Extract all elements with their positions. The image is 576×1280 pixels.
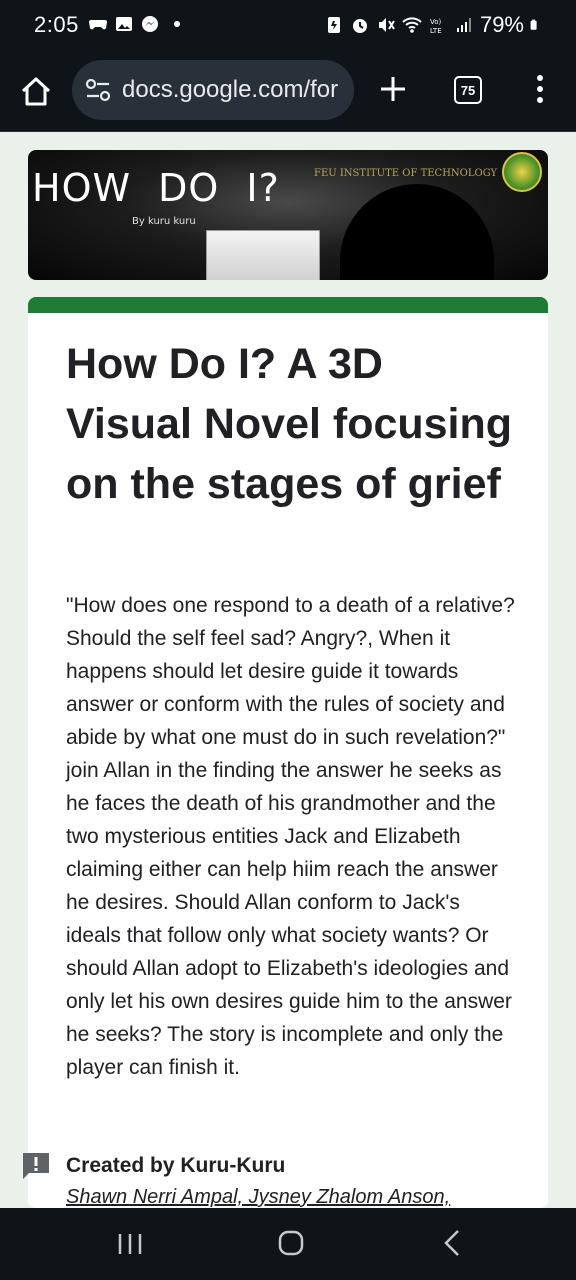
banner-byline: By kuru kuru: [132, 216, 196, 227]
nav-home-icon[interactable]: [278, 1230, 304, 1256]
signal-icon: [456, 18, 471, 32]
status-bar: 2:05 Vo) LTE 79%: [0, 0, 576, 52]
form-header-image: HOW DO I? By kuru kuru FEU INSTITUTE OF …: [28, 150, 548, 280]
address-bar[interactable]: docs.google.com/for: [72, 60, 354, 120]
form-description: "How does one respond to a death of a re…: [66, 594, 515, 1079]
mute-icon: [378, 18, 395, 32]
recents-icon[interactable]: [116, 1230, 144, 1258]
tab-count: 75: [460, 82, 476, 98]
url-text: docs.google.com/for: [122, 76, 339, 103]
battery-percent: 79%: [479, 12, 524, 37]
banner-silhouette: [340, 184, 494, 280]
battery-saver-icon: [327, 17, 340, 33]
more-notifications-dot: [174, 21, 180, 27]
alarm-icon: [352, 19, 367, 33]
game-controller-icon: [89, 20, 107, 30]
svg-text:LTE: LTE: [430, 27, 442, 35]
battery-icon: [530, 19, 537, 30]
notification-icons: [88, 14, 180, 34]
institute-seal-logo: [502, 152, 542, 192]
wifi-icon: [402, 17, 422, 33]
messenger-icon: [142, 16, 158, 32]
volte-icon: Vo)LTE: [430, 18, 442, 35]
tab-switcher-icon[interactable]: 75: [454, 76, 482, 104]
back-icon[interactable]: [440, 1228, 464, 1258]
creator-label: Created by Kuru-Kuru: [66, 1154, 286, 1177]
gallery-icon: [116, 17, 132, 31]
report-icon[interactable]: [20, 1150, 52, 1182]
svg-text:Vo): Vo): [430, 18, 442, 26]
banner-title: HOW DO I?: [32, 166, 280, 210]
form-header-card: How Do I? A 3D Visual Novel focusing on …: [28, 297, 548, 1208]
browser-toolbar: docs.google.com/for 75: [0, 52, 576, 132]
banner-door: [206, 230, 320, 280]
creator-names: Shawn Nerri Ampal, Jysney Zhalom Anson,: [66, 1186, 451, 1208]
form-title: How Do I? A 3D Visual Novel focusing on …: [66, 340, 513, 508]
system-navigation-bar: [0, 1208, 576, 1280]
tune-icon[interactable]: [84, 76, 112, 104]
banner-institute: FEU INSTITUTE OF TECHNOLOGY: [314, 168, 498, 179]
card-accent-bar: [28, 297, 548, 313]
status-time: 2:05: [34, 12, 79, 37]
more-vert-icon[interactable]: [530, 72, 550, 106]
home-icon[interactable]: [18, 74, 54, 110]
status-right-icons: Vo) LTE 79%: [324, 12, 542, 38]
plus-icon[interactable]: [376, 72, 410, 106]
